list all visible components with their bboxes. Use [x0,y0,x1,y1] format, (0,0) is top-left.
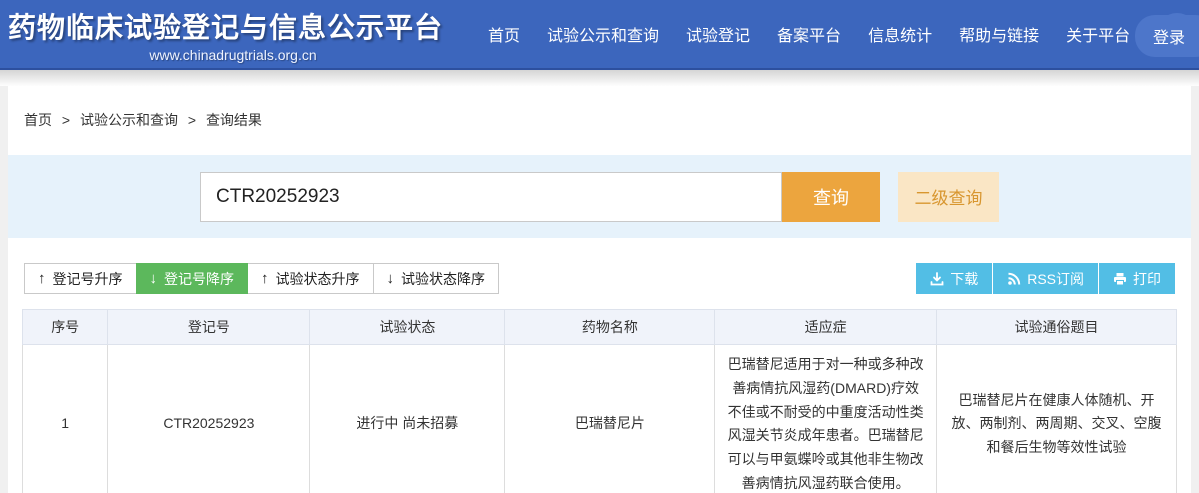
nav-item-trial-search[interactable]: 试验公示和查询 [547,22,659,46]
nav-item-about[interactable]: 关于平台 [1066,22,1130,46]
printer-icon [1114,272,1126,285]
nav-item-home[interactable]: 首页 [488,22,520,46]
sort-button-label: 登记号升序 [52,270,123,287]
tools-button-group: 下载 RSS订阅 打印 [916,263,1175,294]
nav-item-filing-platform[interactable]: 备案平台 [777,22,841,46]
top-header: 药物临床试验登记与信息公示平台 www.chinadrugtrials.org.… [0,0,1199,70]
site-url: www.chinadrugtrials.org.cn [149,46,317,63]
header-indication: 适应症 [714,309,937,345]
tool-button-label: 下载 [950,270,979,287]
print-button[interactable]: 打印 [1099,263,1175,294]
login-button[interactable]: 登录 [1134,15,1199,57]
breadcrumb-separator: > [61,112,71,128]
tool-button-label: RSS订阅 [1027,270,1084,287]
rss-icon [1008,272,1021,285]
breadcrumb-separator: > [187,112,197,128]
query-button[interactable]: 查询 [782,171,880,222]
cell-indication: 巴瑞替尼适用于对一种或多种改善病情抗风湿药(DMARD)疗效不佳或不耐受的中重度… [714,344,937,493]
breadcrumb: 首页 > 试验公示和查询 > 查询结果 [8,86,1191,128]
rss-subscribe-button[interactable]: RSS订阅 [993,263,1099,294]
cell-drug-name: 巴瑞替尼片 [504,344,716,493]
search-band: 查询 二级查询 [8,155,1191,238]
nav-item-statistics[interactable]: 信息统计 [868,22,932,46]
site-brand: 药物临床试验登记与信息公示平台 www.chinadrugtrials.org.… [8,6,458,63]
search-input[interactable] [200,171,782,222]
breadcrumb-home[interactable]: 首页 [24,112,52,128]
main-nav: 首页 试验公示和查询 试验登记 备案平台 信息统计 帮助与链接 关于平台 [488,22,1130,46]
download-button[interactable]: 下载 [916,263,994,294]
sort-button-group: ↑ 登记号升序 ↓ 登记号降序 ↑ 试验状态升序 ↓ 试验状态降序 [24,263,499,294]
actions-row: ↑ 登记号升序 ↓ 登记号降序 ↑ 试验状态升序 ↓ 试验状态降序 下载 RSS… [24,263,1175,294]
header-public-title: 试验通俗题目 [935,309,1178,345]
sort-status-asc-button[interactable]: ↑ 试验状态升序 [247,263,374,294]
nav-item-trial-registration[interactable]: 试验登记 [686,22,750,46]
tool-button-label: 打印 [1133,270,1161,287]
content-card: 首页 > 试验公示和查询 > 查询结果 查询 二级查询 ↑ 登记号升序 ↓ 登记… [8,86,1191,493]
sort-regno-desc-button[interactable]: ↓ 登记号降序 [135,263,248,294]
header-index: 序号 [21,309,109,345]
header-drug-name: 药物名称 [504,309,716,345]
sort-button-label: 试验状态降序 [401,270,485,287]
cell-registration-no[interactable]: CTR20252923 [107,344,311,493]
breadcrumb-trial-search[interactable]: 试验公示和查询 [80,112,178,128]
table-header-row: 序号 登记号 试验状态 药物名称 适应症 试验通俗题目 [21,309,1178,345]
download-icon [930,271,944,285]
site-title: 药物临床试验登记与信息公示平台 [8,11,444,43]
cell-trial-status: 进行中 尚未招募 [309,344,506,493]
arrow-down-icon: ↓ [149,270,158,287]
results-table: 序号 登记号 试验状态 药物名称 适应症 试验通俗题目 1 CTR2025292… [21,309,1178,493]
cell-public-title: 巴瑞替尼片在健康人体随机、开放、两制剂、两周期、交叉、空腹和餐后生物等效性试验 [935,344,1178,493]
nav-item-help-links[interactable]: 帮助与链接 [959,22,1039,46]
sort-status-desc-button[interactable]: ↓ 试验状态降序 [372,263,499,294]
arrow-up-icon: ↑ [38,270,46,287]
arrow-up-icon: ↑ [261,270,269,287]
sort-regno-asc-button[interactable]: ↑ 登记号升序 [24,263,137,294]
header-registration-no: 登记号 [107,309,311,345]
table-row[interactable]: 1 CTR20252923 进行中 尚未招募 巴瑞替尼片 巴瑞替尼适用于对一种或… [21,344,1178,493]
breadcrumb-current: 查询结果 [205,112,262,128]
arrow-down-icon: ↓ [386,270,395,287]
header-trial-status: 试验状态 [309,309,506,345]
cell-index: 1 [21,344,109,493]
secondary-query-button[interactable]: 二级查询 [898,171,999,222]
header-shadow [0,70,1199,86]
sort-button-label: 登记号降序 [164,270,234,287]
sort-button-label: 试验状态升序 [275,270,360,287]
